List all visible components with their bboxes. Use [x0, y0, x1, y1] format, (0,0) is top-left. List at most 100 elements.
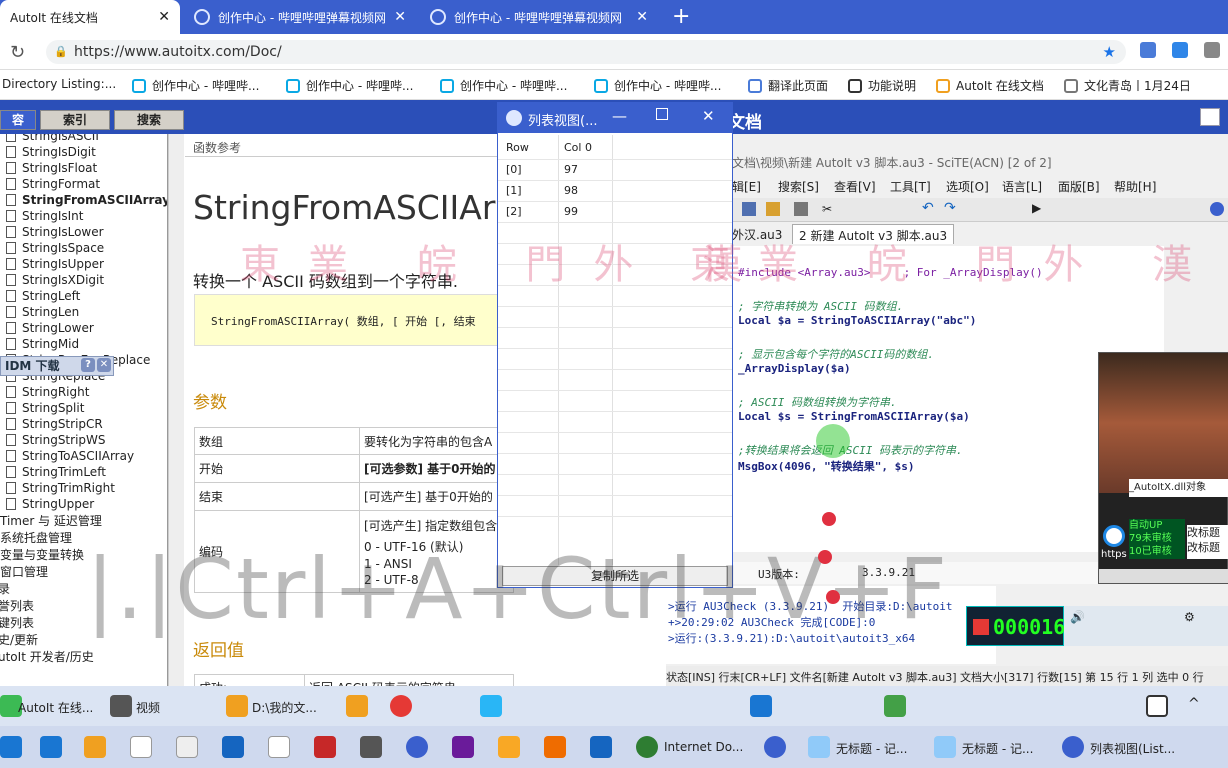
task-label[interactable]: 无标题 - 记... [962, 740, 1033, 757]
notepad-icon[interactable] [934, 736, 956, 758]
tree-item[interactable]: StringStripWS [6, 432, 106, 448]
tree-item[interactable]: StringFromASCIIArray [6, 192, 167, 208]
record-icon[interactable] [390, 695, 412, 717]
bookmark-item[interactable]: 创作中心 - 哔哩哔... [132, 77, 259, 94]
help-icon[interactable]: ? [81, 358, 95, 372]
document-icon[interactable] [130, 736, 152, 758]
tree-group[interactable]: utoIt 开发者/历史 [0, 648, 94, 664]
tree-item[interactable]: StringTrimLeft [6, 464, 106, 480]
menu-item[interactable]: 面版[B] [1058, 178, 1100, 195]
row-index[interactable]: [2] [506, 205, 522, 218]
menu-item[interactable]: 选项[O] [946, 178, 989, 195]
pause-icon[interactable] [1103, 525, 1125, 547]
cell-value[interactable]: 99 [564, 205, 578, 218]
tree-item[interactable]: StringIsUpper [6, 256, 104, 272]
tab-bilibili-2[interactable]: 创作中心 - 哔哩哔哩弹幕视频网 ✕ [420, 0, 658, 34]
tree-group[interactable]: 窗口管理 [0, 563, 48, 579]
save-icon[interactable] [742, 202, 756, 216]
app-icon[interactable] [0, 736, 22, 758]
tree-item[interactable]: StringRight [6, 384, 89, 400]
tree-group[interactable]: 变量与变量转换 [0, 546, 84, 562]
volume-icon[interactable]: 🔊 [1070, 610, 1085, 624]
video-icon[interactable] [360, 736, 382, 758]
tree-item[interactable]: StringStripCR [6, 416, 103, 432]
app-icon[interactable] [40, 736, 62, 758]
menu-item[interactable]: 语言[L] [1002, 178, 1042, 195]
tree-group[interactable]: 系统托盘管理 [0, 529, 72, 545]
minimize-icon[interactable]: — [612, 107, 627, 125]
app-icon[interactable] [452, 736, 474, 758]
open-icon[interactable] [766, 202, 780, 216]
tree-item[interactable]: StringIsDigit [6, 144, 96, 160]
document-icon[interactable] [268, 736, 290, 758]
maximize-icon[interactable] [656, 108, 668, 120]
gear-icon[interactable]: ⚙ [1184, 610, 1195, 624]
tab-index[interactable]: 索引 [40, 110, 110, 130]
tree-group[interactable]: Timer 与 延迟管理 [0, 512, 102, 528]
video-scrollbar[interactable] [1099, 569, 1228, 583]
7zip-icon[interactable] [1146, 695, 1168, 717]
tree-item[interactable]: StringIsSpace [6, 240, 104, 256]
record-icon[interactable] [973, 619, 989, 635]
undo-icon[interactable]: ↶ [922, 200, 934, 216]
bookmark-item[interactable]: Directory Listing:... [2, 77, 116, 91]
run-icon[interactable]: ▶ [1032, 201, 1041, 215]
tree-group[interactable]: 键列表 [0, 614, 34, 630]
video-overlay[interactable]: _AutoItX.dll对象 自动UP 79未审核 10已审核 改标题 改标题 … [1098, 352, 1228, 584]
help-icon[interactable] [1210, 202, 1224, 216]
tree-item[interactable]: StringUpper [6, 496, 94, 512]
tree-item[interactable]: StringLeft [6, 288, 80, 304]
tab-search[interactable]: 搜索 [114, 110, 184, 130]
tree-item[interactable]: StringLen [6, 304, 79, 320]
tree-item[interactable]: StringMid [6, 336, 79, 352]
row-index[interactable]: [1] [506, 184, 522, 197]
task-label[interactable]: 无标题 - 记... [836, 740, 907, 757]
bookmark-item[interactable]: AutoIt 在线文档 [936, 77, 1044, 94]
app-icon[interactable] [314, 736, 336, 758]
close-icon[interactable]: ✕ [97, 358, 111, 372]
translate-icon[interactable] [1140, 42, 1156, 58]
menu-item[interactable]: 查看[V] [834, 178, 876, 195]
chevron-up-icon[interactable]: ^ [1188, 696, 1200, 712]
task-label[interactable]: Internet Do... [664, 740, 743, 754]
tab-autoit-docs[interactable]: AutoIt 在线文档 ✕ [0, 0, 180, 34]
tab-contents[interactable]: 容 [0, 110, 36, 130]
app-icon[interactable] [222, 736, 244, 758]
search-icon[interactable] [544, 736, 566, 758]
tree-item[interactable]: StringTrimRight [6, 480, 115, 496]
idm-download-panel[interactable]: IDM 下载 ? ✕ [0, 356, 114, 376]
task-label[interactable]: D:\我的文... [252, 699, 317, 716]
close-icon[interactable]: ✕ [702, 107, 715, 125]
bookmark-item[interactable]: 创作中心 - 哔哩哔... [286, 77, 413, 94]
tree-group[interactable]: 史/更新 [0, 631, 38, 647]
bilibili-icon[interactable] [480, 695, 502, 717]
tree-group[interactable]: 誉列表 [0, 597, 34, 613]
task-label[interactable]: AutoIt 在线... [18, 699, 93, 716]
menu-item[interactable]: 辑[E] [732, 178, 761, 195]
cell-value[interactable]: 97 [564, 163, 578, 176]
tree-item[interactable]: StringToASCIIArray [6, 448, 134, 464]
task-label[interactable]: 列表视图(List... [1090, 740, 1175, 757]
tree-item[interactable]: StringSplit [6, 400, 84, 416]
row-index[interactable]: [0] [506, 163, 522, 176]
tree-item[interactable]: StringIsInt [6, 208, 83, 224]
tree-item[interactable]: StringLower [6, 320, 94, 336]
app-icon[interactable] [84, 736, 106, 758]
tree-item[interactable]: StringIsFloat [6, 160, 97, 176]
menu-item[interactable]: 工具[T] [890, 178, 931, 195]
search-icon[interactable] [498, 736, 520, 758]
app-icon[interactable] [750, 695, 772, 717]
tab-bilibili-1[interactable]: 创作中心 - 哔哩哔哩弹幕视频网 ✕ [184, 0, 416, 34]
tree-item[interactable]: StringFormat [6, 176, 100, 192]
print-icon[interactable] [1200, 108, 1220, 126]
redo-icon[interactable]: ↷ [944, 200, 956, 216]
autoit-icon[interactable] [406, 736, 428, 758]
video-icon[interactable] [110, 695, 132, 717]
cut-icon[interactable]: ✂ [822, 202, 832, 216]
close-icon[interactable]: ✕ [394, 9, 406, 25]
bookmark-item[interactable]: 创作中心 - 哔哩哔... [594, 77, 721, 94]
tree-group[interactable]: 录 [0, 580, 10, 596]
menu-item[interactable]: 帮助[H] [1114, 178, 1156, 195]
app-icon[interactable] [884, 695, 906, 717]
puzzle-icon[interactable] [1204, 42, 1220, 58]
